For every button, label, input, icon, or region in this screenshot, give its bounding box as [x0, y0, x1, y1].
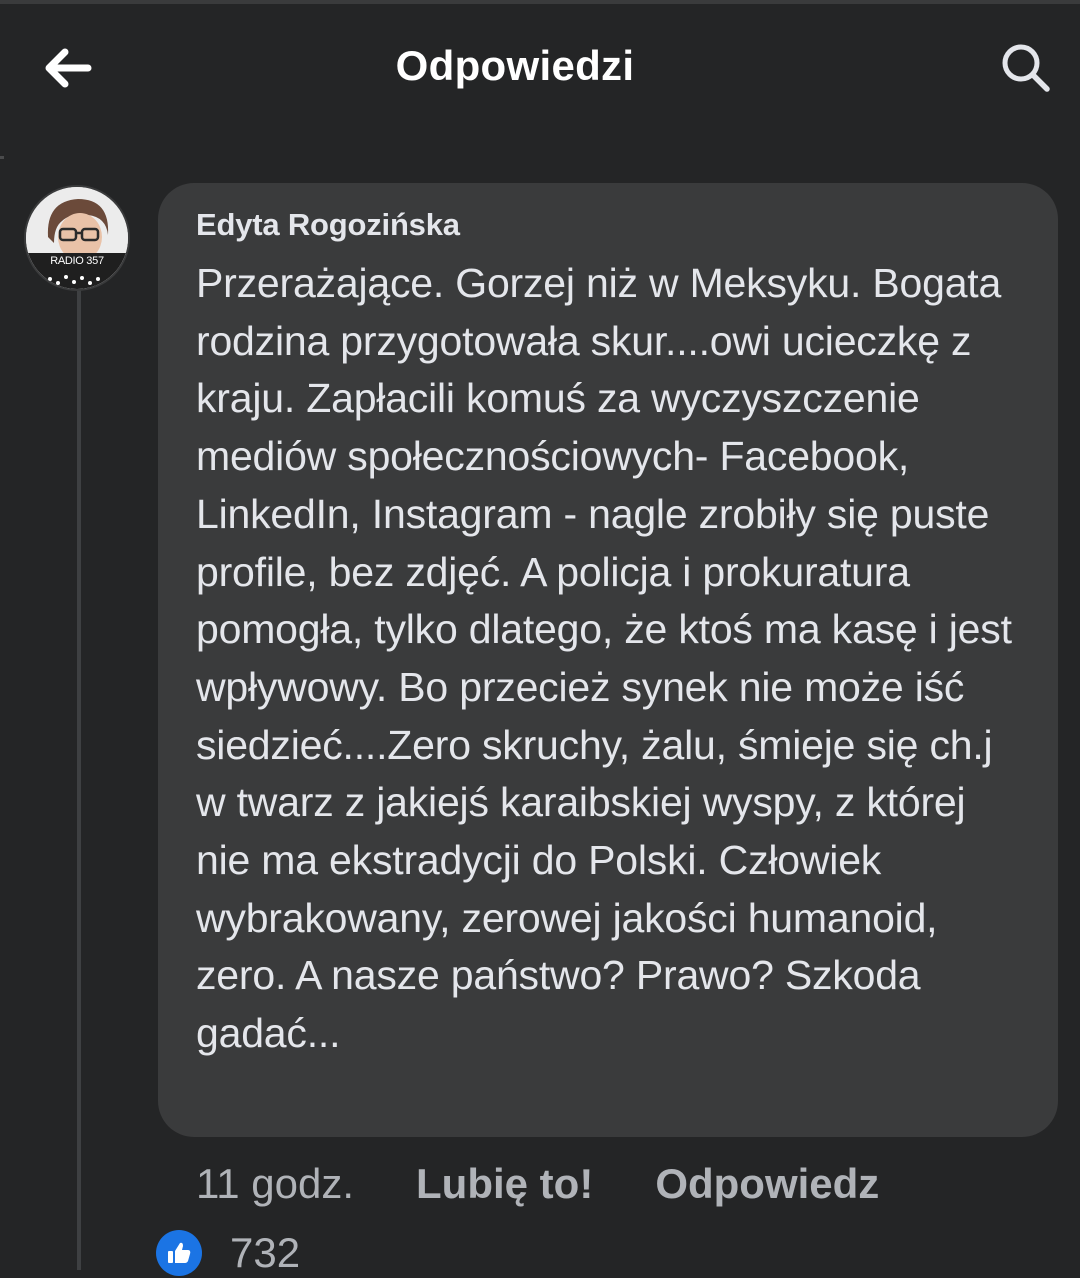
search-button[interactable]: [992, 36, 1060, 100]
comment-actions: 11 godz. Lubię to! Odpowiedz: [196, 1156, 879, 1212]
reply-button[interactable]: Odpowiedz: [655, 1160, 879, 1208]
avatar[interactable]: RADIO 357: [24, 185, 130, 291]
avatar-badge: RADIO 357: [50, 255, 104, 267]
header-bar: Odpowiedzi: [0, 4, 1080, 132]
edge-marker: [0, 156, 4, 159]
comment-bubble: Edyta Rogozińska Przerażające. Gorzej ni…: [158, 183, 1058, 1137]
comment-text: Przerażające. Gorzej niż w Meksyku. Boga…: [196, 260, 1012, 1057]
reaction-count: 732: [230, 1229, 301, 1276]
like-button[interactable]: Lubię to!: [416, 1160, 593, 1208]
reaction-summary[interactable]: 732: [156, 1228, 300, 1278]
comment-timestamp[interactable]: 11 godz.: [196, 1160, 354, 1208]
page-title: Odpowiedzi: [395, 42, 635, 89]
avatar-photo: [26, 187, 128, 289]
thread-line: [77, 290, 81, 1270]
search-icon: [1002, 44, 1050, 92]
reaction-badge: [156, 1230, 202, 1276]
comment-author[interactable]: Edyta Rogozińska: [196, 205, 1022, 245]
thumbs-up-icon: [168, 1242, 191, 1263]
